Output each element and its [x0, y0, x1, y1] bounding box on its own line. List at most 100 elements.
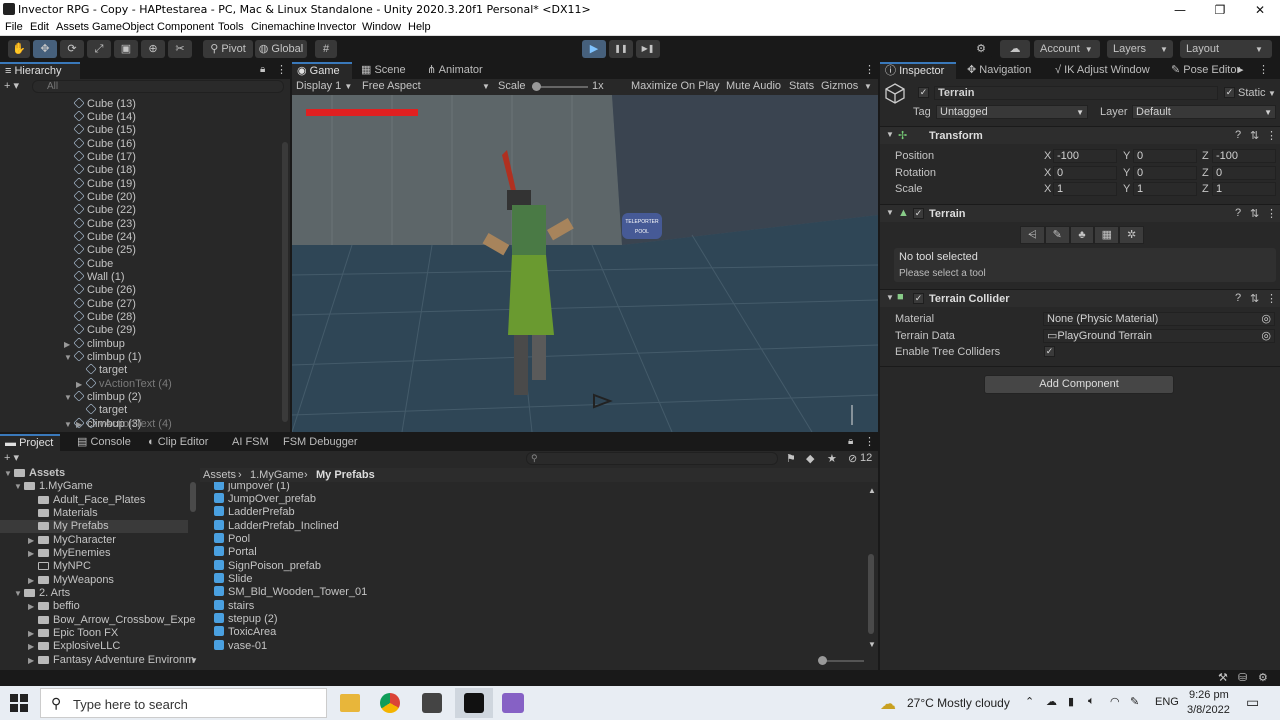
list-item[interactable]: LadderPrefab_Inclined: [214, 520, 339, 533]
list-item[interactable]: Cube (24): [73, 230, 136, 244]
list-item[interactable]: Cube (23): [73, 217, 136, 231]
rotation-z-field[interactable]: 0: [1212, 166, 1276, 180]
list-item[interactable]: ▶ MyWeapons: [28, 574, 114, 587]
tab-scroll-right-icon[interactable]: ▸: [1238, 63, 1244, 76]
list-item[interactable]: SM_Bld_Wooden_Tower_01: [214, 586, 367, 599]
breadcrumb-item[interactable]: My Prefabs: [316, 469, 375, 481]
breadcrumb-item[interactable]: 1.MyGame: [250, 469, 304, 481]
weather-icon[interactable]: ☁: [880, 694, 896, 714]
position-z-field[interactable]: -100: [1212, 149, 1276, 163]
visual-studio-icon[interactable]: [502, 693, 524, 713]
menu-component[interactable]: Component: [157, 21, 214, 33]
menu-help[interactable]: Help: [408, 21, 431, 33]
weather-text[interactable]: 27°C Mostly cloudy: [907, 696, 1010, 710]
paint-brush-icon[interactable]: ✎: [1044, 226, 1070, 244]
menu-window[interactable]: Window: [362, 21, 401, 33]
list-item[interactable]: LadderPrefab: [214, 506, 295, 519]
tag-dropdown[interactable]: Untagged ▼: [936, 105, 1088, 119]
list-item[interactable]: Cube (17): [73, 150, 136, 164]
preset-icon[interactable]: ⇅: [1250, 129, 1259, 142]
display-dropdown[interactable]: Display 1 ▼: [296, 80, 352, 92]
more-menu-icon[interactable]: ⋮: [1266, 207, 1277, 220]
chevron-down-icon[interactable]: ▼: [868, 640, 876, 649]
list-item[interactable]: Cube (13): [73, 97, 136, 111]
more-menu-icon[interactable]: ⋮: [864, 435, 875, 448]
list-item[interactable]: Cube (19): [73, 177, 136, 191]
aspect-dropdown[interactable]: Free Aspect ▼: [362, 80, 490, 92]
layer-dropdown[interactable]: Default ▼: [1132, 105, 1276, 119]
list-item[interactable]: Cube (14): [73, 110, 136, 124]
list-item[interactable]: ▶ MyCharacter: [28, 534, 116, 547]
object-picker-icon[interactable]: ◎: [1261, 313, 1271, 325]
list-item[interactable]: ▶ ExplosiveLLC: [28, 640, 120, 653]
raise-terrain-icon[interactable]: ⩤: [1020, 226, 1045, 244]
move-tool-icon[interactable]: ✥: [33, 40, 57, 58]
material-field[interactable]: None (Physic Material) ◎: [1043, 312, 1275, 326]
tab-scene[interactable]: ▦ Scene: [356, 62, 416, 79]
chevron-up-icon[interactable]: ⌃: [1025, 695, 1034, 708]
list-item[interactable]: jumpover (1): [214, 482, 290, 493]
static-checkbox[interactable]: ✓: [1224, 87, 1235, 98]
help-icon[interactable]: ?: [1235, 129, 1241, 141]
clock-time[interactable]: 9:26 pm: [1189, 689, 1229, 701]
list-item[interactable]: Portal: [214, 546, 257, 559]
terrain-data-field[interactable]: ▭PlayGround Terrain ◎: [1043, 329, 1275, 343]
active-checkbox[interactable]: ✓: [918, 87, 929, 98]
list-item[interactable]: Cube (16): [73, 137, 136, 151]
list-item[interactable]: ▶ beffio: [28, 600, 80, 613]
object-name-field[interactable]: Terrain: [934, 86, 1218, 100]
filter-type-icon[interactable]: ⚑: [786, 452, 796, 465]
list-item[interactable]: stairs: [214, 600, 254, 613]
tree-icon[interactable]: ♣: [1069, 226, 1095, 244]
help-icon[interactable]: ?: [1235, 207, 1241, 219]
network-icon[interactable]: ▮: [1068, 695, 1074, 708]
hidden-packages-icon[interactable]: ⊘: [848, 452, 857, 465]
list-item[interactable]: ▶ Epic Toon FX: [28, 627, 118, 640]
breadcrumb-item[interactable]: Assets: [203, 469, 236, 481]
rotate-tool-icon[interactable]: ⟳: [60, 40, 84, 58]
list-item[interactable]: ▼ 1.MyGame: [14, 480, 93, 493]
notification-icon[interactable]: ▭: [1246, 694, 1259, 711]
layout-dropdown[interactable]: Layout ▼: [1180, 40, 1272, 58]
menu-edit[interactable]: Edit: [30, 21, 49, 33]
details-icon[interactable]: ▦: [1094, 226, 1120, 244]
maximize-on-play-toggle[interactable]: Maximize On Play: [631, 80, 720, 92]
tab-hierarchy[interactable]: ≡ Hierarchy: [0, 62, 80, 79]
list-item[interactable]: ▼ climbup (2): [64, 390, 141, 404]
language-indicator[interactable]: ENG: [1155, 696, 1179, 708]
scale-z-field[interactable]: 1: [1212, 182, 1276, 196]
more-menu-icon[interactable]: ⋮: [1258, 63, 1269, 76]
list-item[interactable]: Cube: [73, 257, 113, 271]
list-item[interactable]: ToxicArea: [214, 626, 276, 639]
tab-animator[interactable]: ⋔ Animator: [422, 62, 492, 79]
stats-toggle[interactable]: Stats: [789, 80, 814, 92]
file-explorer-icon[interactable]: [340, 694, 360, 712]
unity-editor-taskbar-button[interactable]: [455, 688, 493, 718]
list-item[interactable]: stepup (2): [214, 613, 278, 626]
add-component-button[interactable]: Add Component: [984, 375, 1174, 394]
list-item[interactable]: Cube (18): [73, 163, 136, 177]
more-menu-icon[interactable]: ⋮: [864, 63, 875, 76]
rotation-y-field[interactable]: 0: [1133, 166, 1197, 180]
list-item[interactable]: Materials: [38, 507, 98, 520]
minimize-button[interactable]: —: [1160, 0, 1200, 20]
scale-x-field[interactable]: 1: [1053, 182, 1117, 196]
tab-clip-editor[interactable]: ◐ Clip Editor: [143, 434, 213, 451]
maximize-button[interactable]: ❐: [1200, 0, 1240, 20]
chevron-down-icon[interactable]: ▼: [190, 656, 198, 665]
list-item[interactable]: ▼ climbup (3): [64, 417, 141, 431]
menu-invector[interactable]: Invector: [317, 21, 356, 33]
mute-audio-toggle[interactable]: Mute Audio: [726, 80, 781, 92]
rect-tool-icon[interactable]: ▣: [114, 40, 138, 58]
pivot-toggle[interactable]: ⚲ Pivot: [203, 40, 253, 58]
tab-ai-fsm[interactable]: AI FSM: [227, 434, 274, 451]
create-asset-button[interactable]: + ▾: [4, 451, 19, 465]
wifi-icon[interactable]: ◠: [1110, 695, 1120, 708]
cloud-icon[interactable]: ☁: [1000, 40, 1030, 58]
more-menu-icon[interactable]: ⋮: [1266, 129, 1277, 142]
icon-size-slider-handle[interactable]: [818, 656, 827, 665]
list-item[interactable]: ▶ Fantasy Adventure Environm: [28, 654, 194, 667]
list-item[interactable]: Cube (15): [73, 123, 136, 137]
list-item[interactable]: Adult_Face_Plates: [38, 494, 145, 507]
chevron-down-icon[interactable]: ▼: [1268, 89, 1276, 98]
